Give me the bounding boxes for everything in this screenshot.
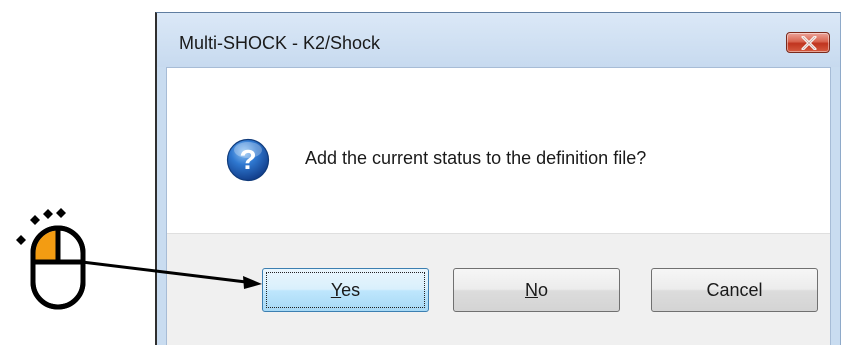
click-annotation xyxy=(16,208,262,310)
pointer-arrow xyxy=(81,260,262,289)
mouse-left-click-icon xyxy=(16,208,86,310)
screenshot-stage: Multi-SHOCK - K2/Shock ? Add the current… xyxy=(0,0,842,347)
